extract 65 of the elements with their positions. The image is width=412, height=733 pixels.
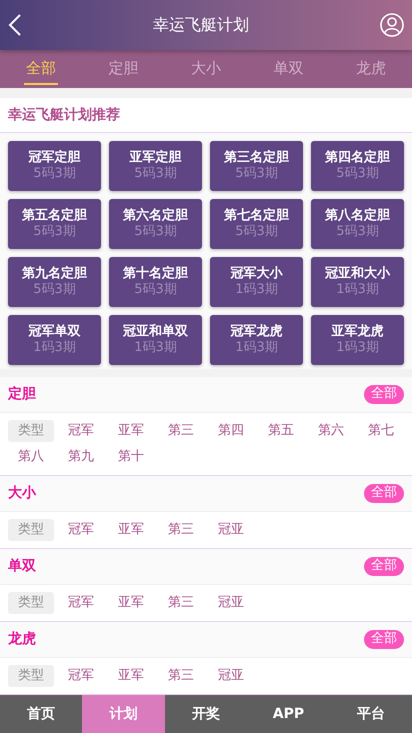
- option-link[interactable]: 第三: [158, 665, 204, 687]
- all-button[interactable]: 全部: [364, 484, 404, 503]
- option-link[interactable]: 第三: [158, 519, 204, 541]
- section-title: 幸运飞艇计划推荐: [0, 98, 412, 133]
- nav-tab[interactable]: 首页: [0, 695, 82, 733]
- option-link[interactable]: 第九: [58, 446, 104, 468]
- option-link[interactable]: 冠亚: [208, 665, 254, 687]
- option-link[interactable]: 冠军: [58, 519, 104, 541]
- option-link[interactable]: 亚军: [108, 420, 154, 442]
- back-button[interactable]: [8, 14, 22, 36]
- plan-card[interactable]: 亚军龙虎 1码3期: [311, 315, 404, 365]
- type-label: 类型: [8, 420, 54, 442]
- plan-card[interactable]: 冠军单双 1码3期: [8, 315, 101, 365]
- type-label: 类型: [8, 519, 54, 541]
- plan-card[interactable]: 第五名定胆 5码3期: [8, 199, 101, 249]
- user-button[interactable]: [380, 13, 404, 37]
- option-link[interactable]: 冠军: [58, 665, 104, 687]
- option-link[interactable]: 亚军: [108, 665, 154, 687]
- tab[interactable]: 定胆: [106, 53, 141, 85]
- nav-tab[interactable]: APP: [247, 695, 330, 733]
- tab[interactable]: 龙虎: [354, 53, 388, 85]
- option-link[interactable]: 第三: [158, 592, 204, 614]
- plan-card[interactable]: 冠军大小 1码3期: [210, 257, 303, 307]
- tab[interactable]: 全部: [24, 53, 58, 85]
- plan-card[interactable]: 亚军定胆 5码3期: [109, 141, 202, 191]
- category-title: 龙虎: [8, 630, 36, 649]
- plan-card[interactable]: 第九名定胆 5码3期: [8, 257, 101, 307]
- plan-card[interactable]: 冠亚和单双 1码3期: [109, 315, 202, 365]
- option-link[interactable]: 亚军: [108, 592, 154, 614]
- plan-card[interactable]: 第四名定胆 5码3期: [311, 141, 404, 191]
- tab[interactable]: 大小: [188, 53, 223, 85]
- type-label: 类型: [8, 665, 54, 687]
- option-link[interactable]: 第三: [158, 420, 204, 442]
- plan-card[interactable]: 第三名定胆 5码3期: [210, 141, 303, 191]
- option-link[interactable]: 第十: [108, 446, 154, 468]
- option-link[interactable]: 第五: [258, 420, 304, 442]
- plan-card[interactable]: 第十名定胆 5码3期: [109, 257, 202, 307]
- page-title: 幸运飞艇计划: [153, 14, 249, 36]
- category-title: 单双: [8, 557, 36, 576]
- plan-card[interactable]: 冠军定胆 5码3期: [8, 141, 101, 191]
- option-link[interactable]: 第四: [208, 420, 254, 442]
- option-link[interactable]: 亚军: [108, 519, 154, 541]
- category-title: 大小: [8, 484, 36, 503]
- tab[interactable]: 单双: [271, 53, 306, 85]
- all-button[interactable]: 全部: [364, 557, 404, 576]
- type-label: 类型: [8, 592, 54, 614]
- nav-tab[interactable]: 计划: [82, 695, 165, 733]
- nav-tab[interactable]: 平台: [330, 695, 412, 733]
- plan-card[interactable]: 第六名定胆 5码3期: [109, 199, 202, 249]
- all-button[interactable]: 全部: [364, 630, 404, 649]
- option-link[interactable]: 冠亚: [208, 592, 254, 614]
- plan-card[interactable]: 第七名定胆 5码3期: [210, 199, 303, 249]
- nav-tab[interactable]: 开奖: [164, 695, 248, 733]
- all-button[interactable]: 全部: [364, 385, 404, 404]
- option-link[interactable]: 冠亚: [208, 519, 254, 541]
- option-link[interactable]: 第七: [358, 420, 404, 442]
- plan-card[interactable]: 冠军龙虎 1码3期: [210, 315, 303, 365]
- category-title: 定胆: [8, 384, 36, 404]
- plan-card[interactable]: 第八名定胆 5码3期: [311, 199, 404, 249]
- option-link[interactable]: 第八: [8, 446, 54, 468]
- option-link[interactable]: 冠军: [58, 420, 104, 442]
- user-icon: [380, 13, 404, 37]
- option-link[interactable]: 第六: [308, 420, 354, 442]
- option-link[interactable]: 冠军: [58, 592, 104, 614]
- plan-card[interactable]: 冠亚和大小 1码3期: [311, 257, 404, 307]
